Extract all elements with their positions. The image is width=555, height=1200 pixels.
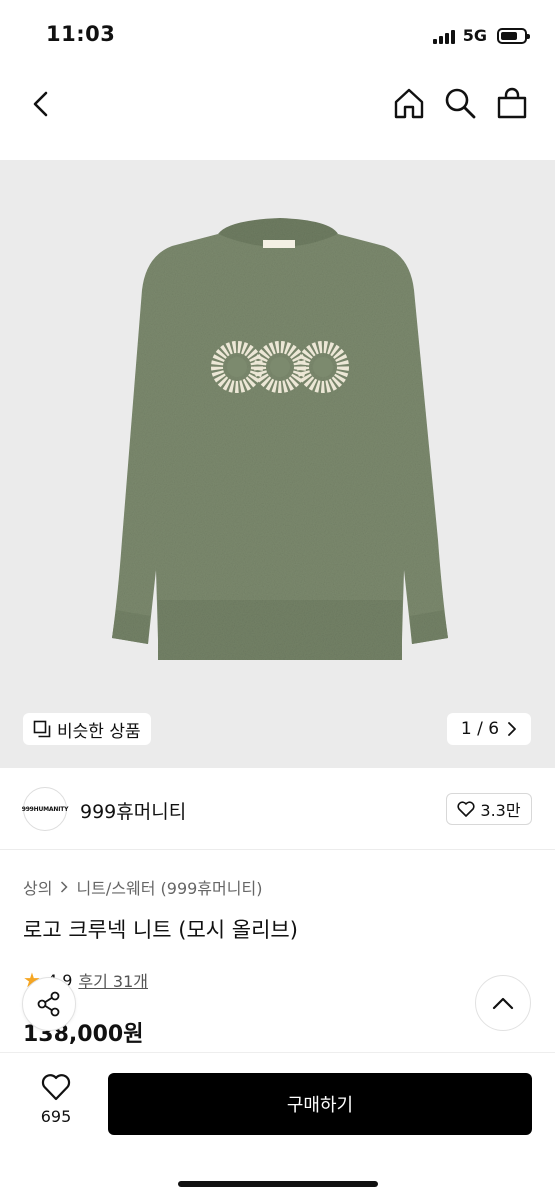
- bottom-action-bar: 695 구매하기: [0, 1052, 555, 1200]
- brand-row: 999HUMANITY 999휴머니티 3.3만: [0, 770, 555, 850]
- wishlist-button[interactable]: 695: [26, 1073, 86, 1143]
- network-label: 5G: [462, 26, 487, 45]
- breadcrumb: 상의 니트/스웨터 (999휴머니티): [23, 875, 262, 899]
- chevron-up-icon: [492, 997, 514, 1010]
- heart-icon: [457, 801, 475, 817]
- cart-button[interactable]: [495, 86, 529, 120]
- scroll-top-button[interactable]: [475, 975, 531, 1031]
- search-icon: [445, 88, 476, 119]
- share-button[interactable]: [22, 977, 76, 1031]
- brand-logo[interactable]: 999HUMANITY: [21, 787, 69, 831]
- brand-like-button[interactable]: 3.3만: [446, 793, 532, 825]
- breadcrumb-category[interactable]: 니트/스웨터 (999휴머니티): [76, 875, 262, 899]
- signal-icon: [432, 28, 455, 44]
- review-link[interactable]: 후기 31개: [78, 968, 148, 992]
- similar-items-icon: [33, 720, 51, 738]
- battery-icon: [497, 27, 530, 44]
- gallery-page-label: 1 / 6: [460, 719, 500, 739]
- similar-products-label: 비슷한 상품: [57, 721, 141, 742]
- chevron-left-icon: [33, 91, 48, 117]
- brand-name[interactable]: 999휴머니티: [80, 797, 186, 824]
- wishlist-count: 695: [40, 1107, 72, 1126]
- brand-logo-text: 999HUMANITY: [21, 805, 69, 813]
- product-title: 로고 크루넥 니트 (모시 올리브): [23, 918, 298, 942]
- home-icon: [394, 88, 424, 119]
- back-button[interactable]: [26, 88, 58, 120]
- status-indicators: 5G: [432, 26, 530, 45]
- product-image-gallery[interactable]: 비슷한 상품 1 / 6: [0, 160, 555, 768]
- brand-like-count: 3.3만: [480, 801, 521, 820]
- home-button[interactable]: [392, 86, 426, 120]
- chevron-right-icon: [61, 881, 69, 893]
- search-button[interactable]: [443, 86, 477, 120]
- buy-button[interactable]: 구매하기: [108, 1073, 532, 1135]
- breadcrumb-root[interactable]: 상의: [23, 875, 52, 899]
- gallery-page-indicator[interactable]: 1 / 6: [447, 713, 531, 745]
- heart-icon: [41, 1074, 71, 1101]
- similar-products-button[interactable]: 비슷한 상품: [23, 713, 151, 745]
- shopping-bag-icon: [497, 87, 527, 119]
- share-icon: [37, 991, 60, 1017]
- chevron-right-icon: [508, 722, 516, 736]
- top-nav: [0, 70, 555, 140]
- status-time: 11:03: [46, 22, 116, 46]
- product-photo: [112, 218, 448, 660]
- status-bar: 11:03 5G: [0, 0, 555, 70]
- home-indicator: [178, 1181, 378, 1187]
